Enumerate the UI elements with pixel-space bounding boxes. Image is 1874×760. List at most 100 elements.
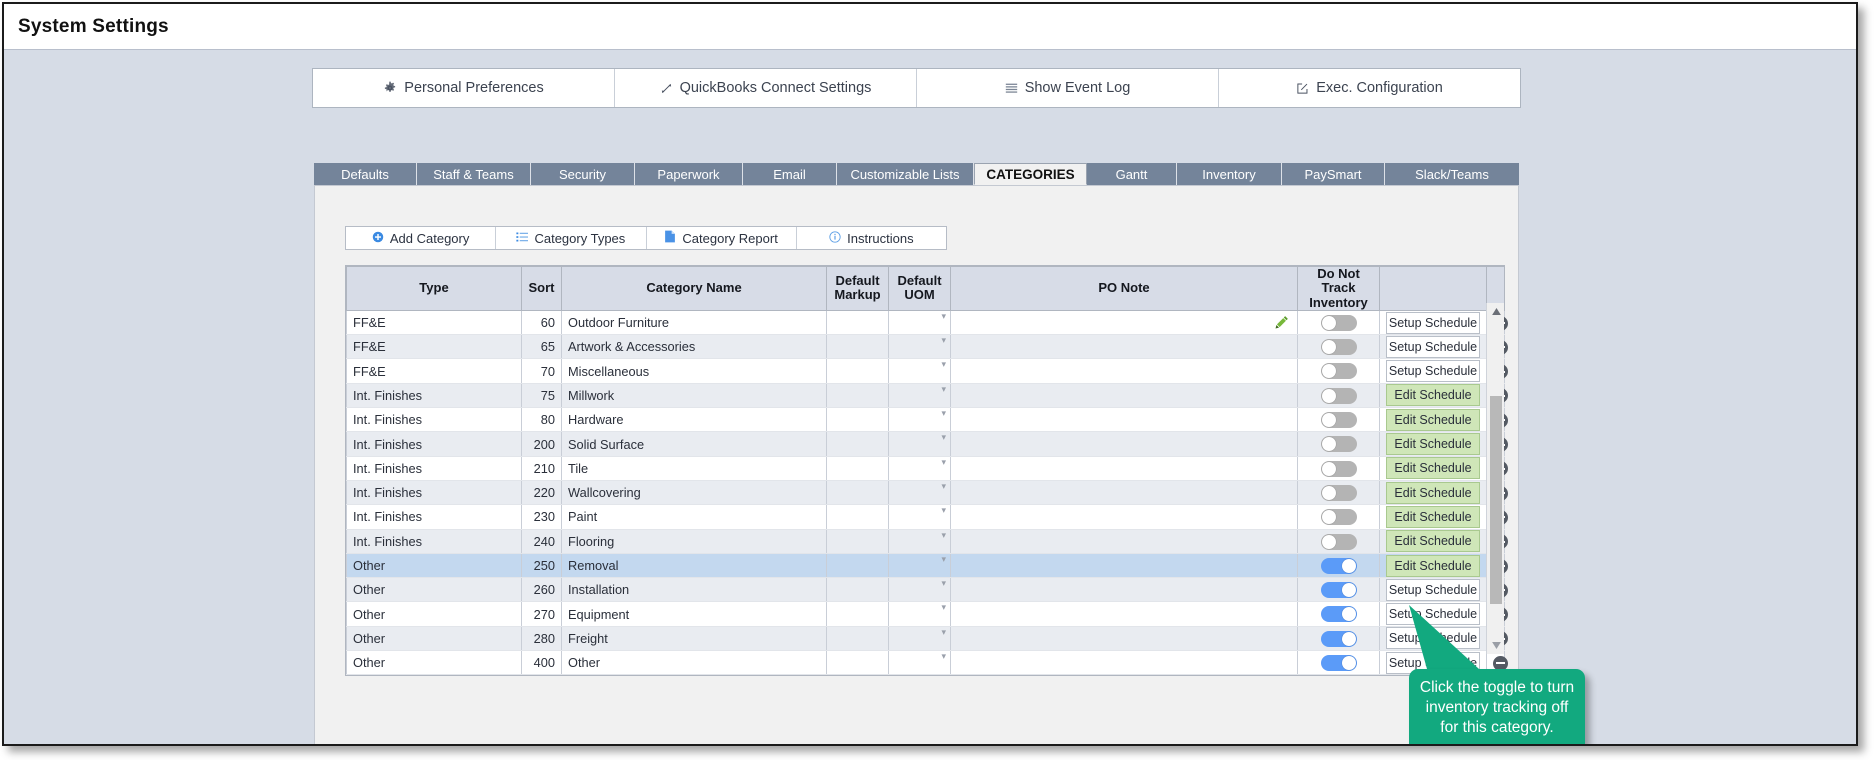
scroll-up-arrow[interactable] — [1487, 303, 1505, 320]
cell-default-uom[interactable]: ▾ — [888, 626, 951, 652]
chevron-down-icon[interactable]: ▾ — [941, 554, 946, 564]
schedule-button[interactable]: Edit Schedule — [1386, 433, 1480, 456]
table-row[interactable]: Int. Finishes 210 Tile ▾ Edit Schedule — [346, 456, 1508, 481]
inventory-tracking-toggle[interactable] — [1320, 412, 1357, 429]
quickbooks-connect-settings-button[interactable]: QuickBooks Connect Settings — [615, 69, 917, 107]
tab-paysmart[interactable]: PaySmart — [1282, 163, 1385, 185]
tab-gantt[interactable]: Gantt — [1087, 163, 1177, 185]
inventory-tracking-toggle[interactable] — [1320, 533, 1357, 550]
cell-category-name[interactable]: Equipment — [561, 601, 827, 627]
chevron-down-icon[interactable]: ▾ — [941, 481, 946, 491]
inventory-tracking-toggle[interactable] — [1320, 606, 1357, 623]
cell-do-not-track-inventory[interactable] — [1297, 626, 1380, 652]
chevron-down-icon[interactable]: ▾ — [941, 457, 946, 467]
schedule-button[interactable]: Edit Schedule — [1386, 530, 1480, 553]
tab-slack-teams[interactable]: Slack/Teams — [1385, 163, 1519, 185]
cell-default-uom[interactable]: ▾ — [888, 431, 951, 457]
cell-default-markup[interactable] — [826, 601, 889, 627]
cell-do-not-track-inventory[interactable] — [1297, 480, 1380, 506]
table-row[interactable]: Other 250 Removal ▾ Edit Schedule — [346, 553, 1508, 579]
scroll-down-arrow[interactable] — [1487, 637, 1505, 654]
category-types-button[interactable]: Category Types — [496, 227, 647, 249]
tab-inventory[interactable]: Inventory — [1177, 163, 1282, 185]
table-row[interactable]: FF&E 70 Miscellaneous ▾ Setup Schedule — [346, 358, 1508, 384]
schedule-button[interactable]: Setup Schedule — [1386, 311, 1480, 334]
cell-default-markup[interactable] — [826, 650, 889, 676]
table-row[interactable]: Int. Finishes 200 Solid Surface ▾ Edit Sched… — [346, 431, 1508, 457]
tab-security[interactable]: Security — [531, 163, 635, 185]
cell-category-name[interactable]: Tile — [561, 456, 827, 481]
cell-default-uom[interactable]: ▾ — [888, 358, 951, 384]
col-header-type[interactable]: Type — [346, 266, 522, 311]
cell-category-name[interactable]: Flooring — [561, 529, 827, 554]
inventory-tracking-toggle[interactable] — [1320, 557, 1357, 574]
chevron-down-icon[interactable]: ▾ — [941, 360, 946, 369]
cell-category-name[interactable]: Removal — [561, 553, 827, 579]
cell-default-markup[interactable] — [826, 577, 889, 603]
chevron-down-icon[interactable]: ▾ — [941, 409, 946, 418]
inventory-tracking-toggle[interactable] — [1320, 339, 1357, 356]
chevron-down-icon[interactable]: ▾ — [941, 652, 946, 661]
table-row[interactable]: FF&E 65 Artwork & Accessories ▾ Setup Schedu… — [346, 334, 1508, 360]
inventory-tracking-toggle[interactable] — [1320, 387, 1357, 404]
schedule-button[interactable]: Edit Schedule — [1386, 481, 1480, 504]
col-header-default-markup[interactable]: Default Markup — [826, 266, 889, 311]
exec-configuration-button[interactable]: Exec. Configuration — [1219, 69, 1520, 107]
cell-default-uom[interactable]: ▾ — [888, 650, 951, 676]
personal-preferences-button[interactable]: Personal Preferences — [313, 69, 615, 107]
col-header-category-name[interactable]: Category Name — [561, 266, 827, 311]
cell-default-markup[interactable] — [826, 480, 889, 506]
chevron-down-icon[interactable]: ▾ — [941, 336, 946, 345]
cell-do-not-track-inventory[interactable] — [1297, 577, 1380, 603]
cell-default-uom[interactable]: ▾ — [888, 529, 951, 554]
show-event-log-button[interactable]: Show Event Log — [917, 69, 1219, 107]
inventory-tracking-toggle[interactable] — [1320, 582, 1357, 599]
cell-default-markup[interactable] — [826, 431, 889, 457]
cell-do-not-track-inventory[interactable] — [1297, 504, 1380, 530]
table-row[interactable]: Other 280 Freight ▾ Setup Schedule — [346, 626, 1508, 652]
cell-category-name[interactable]: Freight — [561, 626, 827, 652]
inventory-tracking-toggle[interactable] — [1320, 655, 1357, 671]
cell-po-note[interactable] — [950, 577, 1298, 603]
cell-po-note[interactable] — [950, 456, 1298, 481]
chevron-down-icon[interactable]: ▾ — [941, 627, 946, 637]
cell-po-note[interactable] — [950, 626, 1298, 652]
chevron-down-icon[interactable]: ▾ — [941, 530, 946, 540]
grid-vertical-scrollbar[interactable] — [1486, 303, 1504, 654]
col-header-do-not-track-inventory[interactable]: Do Not Track Inventory — [1297, 266, 1380, 311]
inventory-tracking-toggle[interactable] — [1320, 630, 1357, 647]
scrollbar-thumb[interactable] — [1490, 396, 1502, 604]
col-header-default-uom[interactable]: Default UOM — [888, 266, 951, 311]
cell-default-uom[interactable]: ▾ — [888, 407, 951, 433]
table-row[interactable]: Int. Finishes 220 Wallcovering ▾ Edit Schedu… — [346, 480, 1508, 506]
inventory-tracking-toggle[interactable] — [1320, 363, 1357, 380]
schedule-button[interactable]: Setup Schedule — [1386, 603, 1480, 626]
cell-category-name[interactable]: Solid Surface — [561, 431, 827, 457]
schedule-button[interactable]: Setup Schedule — [1386, 360, 1480, 383]
cell-po-note[interactable] — [950, 504, 1298, 530]
cell-po-note[interactable] — [950, 480, 1298, 506]
cell-default-uom[interactable]: ▾ — [888, 601, 951, 627]
cell-default-uom[interactable]: ▾ — [888, 310, 951, 336]
cell-do-not-track-inventory[interactable] — [1297, 310, 1380, 336]
table-row[interactable]: Other 260 Installation ▾ Setup Schedule — [346, 577, 1508, 603]
col-header-po-note[interactable]: PO Note — [950, 266, 1298, 311]
chevron-down-icon[interactable]: ▾ — [941, 579, 946, 588]
cell-default-uom[interactable]: ▾ — [888, 577, 951, 603]
cell-category-name[interactable]: Miscellaneous — [561, 358, 827, 384]
cell-po-note[interactable] — [950, 601, 1298, 627]
cell-default-markup[interactable] — [826, 310, 889, 336]
table-row[interactable]: Int. Finishes 80 Hardware ▾ Edit Schedule — [346, 407, 1508, 433]
cell-default-markup[interactable] — [826, 553, 889, 579]
col-header-sort[interactable]: Sort — [521, 266, 562, 311]
cell-do-not-track-inventory[interactable] — [1297, 650, 1380, 676]
cell-default-uom[interactable]: ▾ — [888, 480, 951, 506]
cell-do-not-track-inventory[interactable] — [1297, 601, 1380, 627]
table-row[interactable]: Int. Finishes 75 Millwork ▾ Edit Schedule — [346, 383, 1508, 409]
cell-default-uom[interactable]: ▾ — [888, 334, 951, 360]
cell-do-not-track-inventory[interactable] — [1297, 553, 1380, 579]
cell-po-note[interactable] — [950, 650, 1298, 676]
table-row[interactable]: Other 270 Equipment ▾ Setup Schedule — [346, 601, 1508, 627]
cell-default-markup[interactable] — [826, 626, 889, 652]
cell-category-name[interactable]: Wallcovering — [561, 480, 827, 506]
